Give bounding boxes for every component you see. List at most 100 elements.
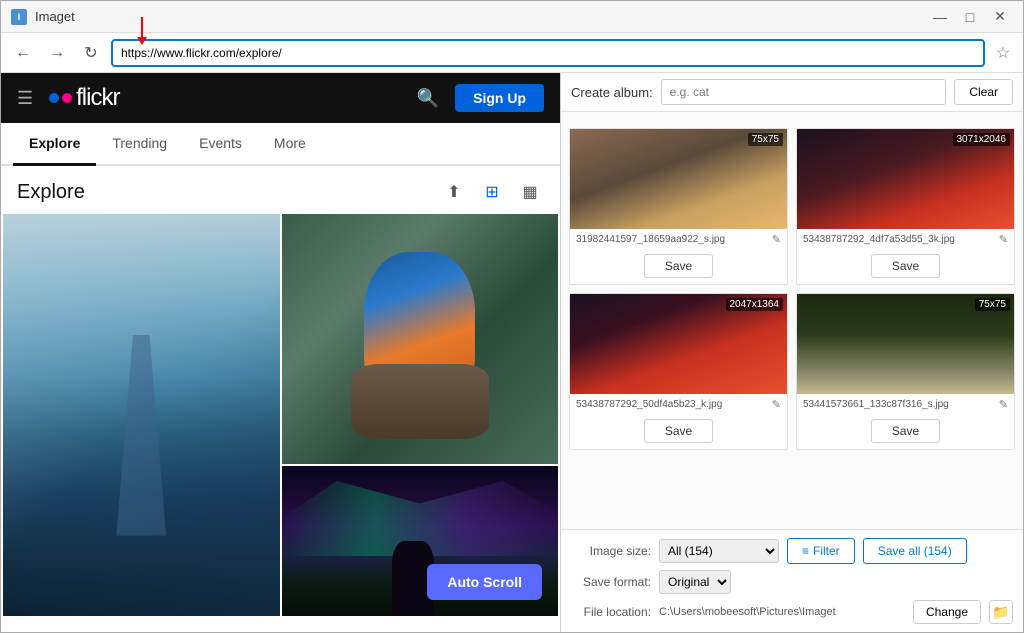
image-size-select[interactable]: All (154)LargeMediumSmall xyxy=(659,539,779,563)
save-button-1[interactable]: Save xyxy=(644,254,713,278)
flickr-dots xyxy=(49,93,72,103)
image-caption-4: 53441573661_133c87f316_s.jpg ✎ xyxy=(797,394,1014,415)
explore-header: Explore ⬆ ⊞ ▦ xyxy=(1,166,560,214)
share-icon[interactable]: ⬆ xyxy=(440,178,468,206)
refresh-button[interactable]: ↻ xyxy=(77,39,105,67)
image-size-label: Image size: xyxy=(571,544,651,558)
explore-icons: ⬆ ⊞ ▦ xyxy=(440,178,544,206)
image-caption-3: 53438787292_50df4a5b23_k.jpg ✎ xyxy=(570,394,787,415)
flickr-header: ☰ flickr 🔍 Sign Up xyxy=(1,73,560,123)
folder-button[interactable]: 📁 xyxy=(989,600,1013,624)
title-bar-left: I Imaget xyxy=(11,9,75,25)
tab-more[interactable]: More xyxy=(258,123,322,166)
file-location-label: File location: xyxy=(571,605,651,619)
filter-button[interactable]: ≡ Filter xyxy=(787,538,855,564)
title-bar: I Imaget — □ ✕ xyxy=(1,1,1023,33)
edit-icon-4[interactable]: ✎ xyxy=(999,398,1008,411)
bookmark-button[interactable]: ☆ xyxy=(991,41,1015,65)
grid-view-icon[interactable]: ⊞ xyxy=(478,178,506,206)
dimension-badge-3: 2047x1364 xyxy=(726,298,784,311)
auto-scroll-button[interactable]: Auto Scroll xyxy=(427,564,542,600)
filename-1: 31982441597_18659aa922_s.jpg xyxy=(576,234,768,245)
address-bar: ← → ↻ ☆ xyxy=(1,33,1023,73)
dot-blue xyxy=(49,93,59,103)
explore-title: Explore xyxy=(17,181,85,204)
bottom-controls: Image size: All (154)LargeMediumSmall ≡ … xyxy=(561,529,1023,632)
album-input[interactable] xyxy=(661,79,947,105)
dimension-badge-4: 75x75 xyxy=(975,298,1010,311)
image-caption-1: 31982441597_18659aa922_s.jpg ✎ xyxy=(570,229,787,250)
save-row-4: Save xyxy=(797,415,1014,449)
save-row-2: Save xyxy=(797,250,1014,284)
panel-create-album: Create album: Clear xyxy=(561,73,1023,112)
flickr-nav: Explore Trending Events More xyxy=(1,123,560,166)
save-row-1: Save xyxy=(570,250,787,284)
dimension-badge-1: 75x75 xyxy=(748,133,783,146)
app-title: Imaget xyxy=(35,9,75,24)
minimize-button[interactable]: — xyxy=(927,7,953,27)
image-card-1: 75x75 31982441597_18659aa922_s.jpg ✎ Sav… xyxy=(569,128,788,285)
save-format-row: Save format: OriginalJPEGPNGWebP xyxy=(571,570,1013,594)
window-controls: — □ ✕ xyxy=(927,7,1013,27)
back-button[interactable]: ← xyxy=(9,39,37,67)
image-card-4: 75x75 53441573661_133c87f316_s.jpg ✎ Sav… xyxy=(796,293,1015,450)
save-button-3[interactable]: Save xyxy=(644,419,713,443)
tab-events[interactable]: Events xyxy=(183,123,258,166)
image-card-2: 3071x2046 53438787292_4df7a53d55_3k.jpg … xyxy=(796,128,1015,285)
address-input[interactable] xyxy=(111,39,985,67)
flickr-brand-text: flickr xyxy=(76,84,119,112)
explore-area: Explore ⬆ ⊞ ▦ xyxy=(1,166,560,632)
edit-icon-3[interactable]: ✎ xyxy=(772,398,781,411)
app-icon: I xyxy=(11,9,27,25)
filter-icon: ≡ xyxy=(802,544,809,558)
address-input-wrap xyxy=(111,39,985,67)
save-all-button[interactable]: Save all (154) xyxy=(863,538,967,564)
filename-4: 53441573661_133c87f316_s.jpg xyxy=(803,399,995,410)
image-thumb-4[interactable]: 75x75 xyxy=(797,294,1014,394)
forward-button[interactable]: → xyxy=(43,39,71,67)
image-thumb-3[interactable]: 2047x1364 xyxy=(570,294,787,394)
flickr-logo: flickr xyxy=(49,84,119,112)
search-icon[interactable]: 🔍 xyxy=(417,88,439,109)
list-view-icon[interactable]: ▦ xyxy=(516,178,544,206)
image-caption-2: 53438787292_4df7a53d55_3k.jpg ✎ xyxy=(797,229,1014,250)
save-button-2[interactable]: Save xyxy=(871,254,940,278)
maximize-button[interactable]: □ xyxy=(957,7,983,27)
right-panel: Create album: Clear 75x75 31982441597_18… xyxy=(561,73,1023,632)
edit-icon-2[interactable]: ✎ xyxy=(999,233,1008,246)
browser-panel: ☰ flickr 🔍 Sign Up Explore Trending Even… xyxy=(1,73,561,632)
dot-pink xyxy=(62,93,72,103)
save-format-label: Save format: xyxy=(571,575,651,589)
tab-trending[interactable]: Trending xyxy=(96,123,183,166)
photo-kingfisher[interactable] xyxy=(282,214,559,464)
filename-2: 53438787292_4df7a53d55_3k.jpg xyxy=(803,234,995,245)
folder-icon: 📁 xyxy=(992,604,1009,621)
photo-aurora[interactable]: Auto Scroll xyxy=(282,466,559,616)
image-thumb-2[interactable]: 3071x2046 xyxy=(797,129,1014,229)
image-size-row: Image size: All (154)LargeMediumSmall ≡ … xyxy=(571,538,1013,564)
signup-button[interactable]: Sign Up xyxy=(455,84,544,112)
edit-icon-1[interactable]: ✎ xyxy=(772,233,781,246)
clear-button[interactable]: Clear xyxy=(954,79,1013,105)
main-window: I Imaget — □ ✕ ← → ↻ ☆ ☰ xyxy=(0,0,1024,633)
tab-explore[interactable]: Explore xyxy=(13,123,96,166)
photo-grid: Auto Scroll xyxy=(1,214,560,632)
dimension-badge-2: 3071x2046 xyxy=(953,133,1011,146)
create-album-label: Create album: xyxy=(571,85,653,100)
filename-3: 53438787292_50df4a5b23_k.jpg xyxy=(576,399,768,410)
photo-aerial-snow[interactable] xyxy=(3,214,280,616)
save-format-select[interactable]: OriginalJPEGPNGWebP xyxy=(659,570,731,594)
filter-label: Filter xyxy=(813,544,840,558)
file-path: C:\Users\mobeesoft\Pictures\Imaget xyxy=(659,606,905,618)
save-button-4[interactable]: Save xyxy=(871,419,940,443)
image-thumb-1[interactable]: 75x75 xyxy=(570,129,787,229)
image-card-3: 2047x1364 53438787292_50df4a5b23_k.jpg ✎… xyxy=(569,293,788,450)
images-container: 75x75 31982441597_18659aa922_s.jpg ✎ Sav… xyxy=(561,112,1023,529)
file-location-row: File location: C:\Users\mobeesoft\Pictur… xyxy=(571,600,1013,624)
main-content: ☰ flickr 🔍 Sign Up Explore Trending Even… xyxy=(1,73,1023,632)
change-button[interactable]: Change xyxy=(913,600,981,624)
hamburger-icon[interactable]: ☰ xyxy=(17,88,33,109)
images-grid: 75x75 31982441597_18659aa922_s.jpg ✎ Sav… xyxy=(569,120,1015,458)
save-row-3: Save xyxy=(570,415,787,449)
close-button[interactable]: ✕ xyxy=(987,7,1013,27)
